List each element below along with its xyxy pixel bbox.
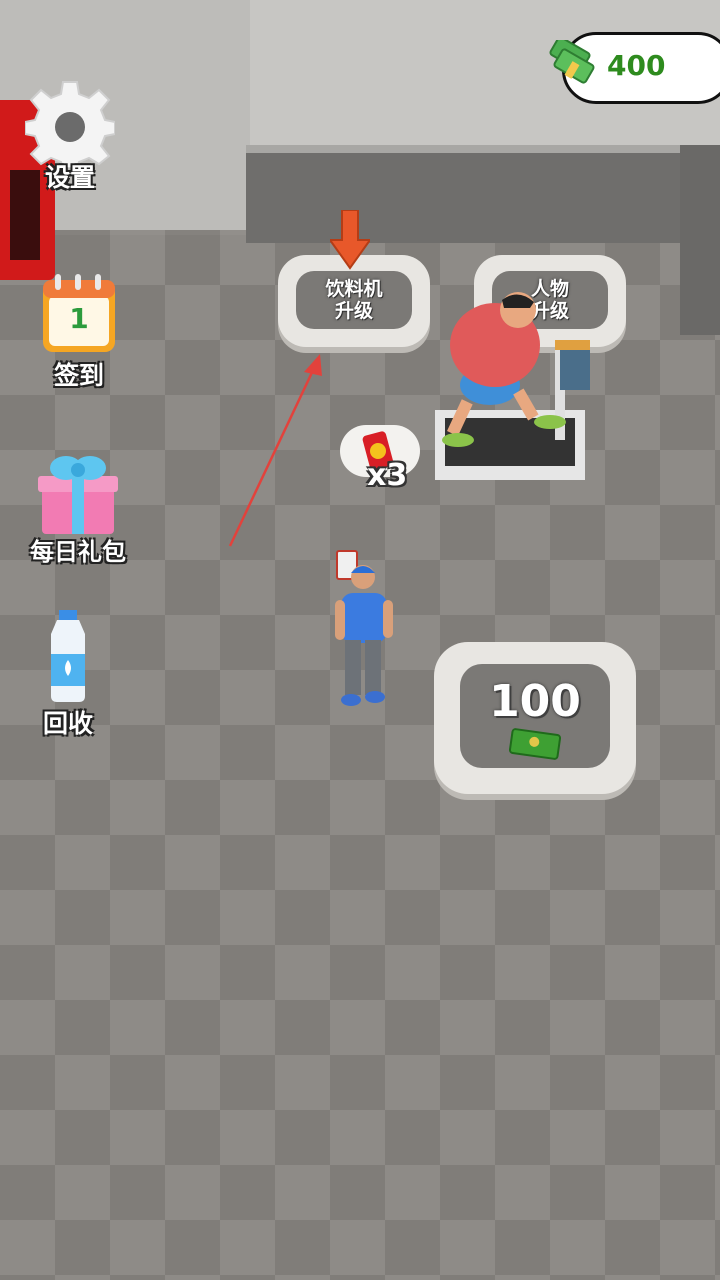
water-bottle-icon (51, 610, 85, 702)
calendar-icon: 1 (41, 272, 117, 354)
guide-arrow-icon (228, 354, 322, 547)
checkin-button[interactable]: 1 签到 (24, 272, 134, 392)
cash-icon (508, 727, 562, 760)
target-marker-icon (330, 210, 370, 270)
player-character[interactable] (325, 545, 405, 715)
drink-count: x3 (367, 458, 408, 493)
gift-box-icon (38, 456, 118, 534)
unlock-cost: 100 (489, 675, 581, 727)
unlock-station-pad[interactable]: 100 (434, 642, 636, 794)
money-value: 400 (607, 49, 666, 82)
back-wall (246, 145, 720, 243)
side-wall (680, 145, 720, 335)
daily-gift-label: 每日礼包 (30, 538, 126, 566)
pad-inner: 饮料机 升级 (296, 271, 412, 329)
gear-icon (24, 81, 116, 169)
recycle-label: 回收 (42, 709, 93, 738)
daily-gift-button[interactable]: 每日礼包 (23, 448, 133, 567)
treadmill-runner[interactable] (430, 290, 610, 490)
drink-upgrade-label: 饮料机 升级 (325, 278, 383, 322)
calendar-day: 1 (69, 302, 89, 335)
pad-inner: 100 (460, 664, 610, 768)
checkin-label: 签到 (53, 361, 104, 390)
recycle-button[interactable]: 回收 (13, 610, 123, 740)
settings-button[interactable]: 设置 (15, 78, 125, 194)
cash-stack-icon (549, 40, 595, 84)
